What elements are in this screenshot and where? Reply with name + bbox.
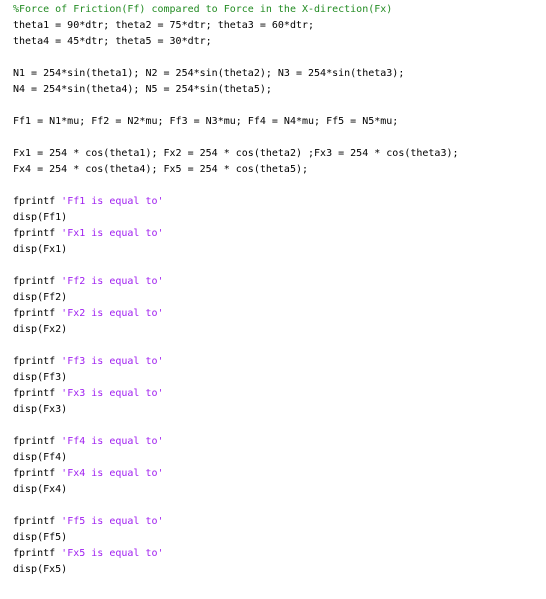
code-line-blank[interactable] <box>13 498 459 514</box>
code-line[interactable]: fprintf 'Ff2 is equal to' <box>13 274 459 290</box>
code-line-blank[interactable] <box>13 178 459 194</box>
code-string: 'Fx3 is equal to' <box>61 388 164 399</box>
code-string: 'Ff4 is equal to' <box>61 436 164 447</box>
code-line[interactable]: disp(Ff4) <box>13 450 459 466</box>
code-line[interactable]: disp(Fx1) <box>13 242 459 258</box>
code-line[interactable]: fprintf 'Fx4 is equal to' <box>13 466 459 482</box>
code-line[interactable]: Fx4 = 254 * cos(theta4); Fx5 = 254 * cos… <box>13 162 459 178</box>
code-token: theta4 = 45*dtr; theta5 = 30*dtr; <box>13 36 212 47</box>
code-token: disp(Ff5) <box>13 532 68 543</box>
code-line[interactable]: disp(Fx2) <box>13 322 459 338</box>
code-line[interactable]: fprintf 'Fx3 is equal to' <box>13 386 459 402</box>
code-token: Ff1 = N1*mu; Ff2 = N2*mu; Ff3 = N3*mu; F… <box>13 116 399 127</box>
code-comment: %Force of Friction(Ff) compared to Force… <box>13 4 393 15</box>
code-line[interactable]: N4 = 254*sin(theta4); N5 = 254*sin(theta… <box>13 82 459 98</box>
code-token: disp(Fx4) <box>13 484 68 495</box>
code-line[interactable]: disp(Fx4) <box>13 482 459 498</box>
code-line[interactable]: fprintf 'Fx2 is equal to' <box>13 306 459 322</box>
code-line-blank[interactable] <box>13 130 459 146</box>
code-line[interactable]: theta1 = 90*dtr; theta2 = 75*dtr; theta3… <box>13 18 459 34</box>
code-token: disp(Ff2) <box>13 292 68 303</box>
code-line[interactable]: theta4 = 45*dtr; theta5 = 30*dtr; <box>13 34 459 50</box>
code-token: disp(Ff1) <box>13 212 68 223</box>
code-token: Fx4 = 254 * cos(theta4); Fx5 = 254 * cos… <box>13 164 309 175</box>
code-token: disp(Fx5) <box>13 564 68 575</box>
code-token: disp(Fx3) <box>13 404 68 415</box>
code-token: disp(Ff3) <box>13 372 68 383</box>
code-string: 'Fx4 is equal to' <box>61 468 164 479</box>
code-line[interactable]: fprintf 'Ff5 is equal to' <box>13 514 459 530</box>
code-line[interactable]: disp(Fx3) <box>13 402 459 418</box>
code-line[interactable]: fprintf 'Ff3 is equal to' <box>13 354 459 370</box>
code-string: 'Ff5 is equal to' <box>61 516 164 527</box>
code-token: fprintf <box>13 196 62 207</box>
code-token: fprintf <box>13 436 62 447</box>
code-editor[interactable]: %Force of Friction(Ff) compared to Force… <box>0 0 546 599</box>
code-token: disp(Fx2) <box>13 324 68 335</box>
code-token: disp(Fx1) <box>13 244 68 255</box>
code-line[interactable]: Ff1 = N1*mu; Ff2 = N2*mu; Ff3 = N3*mu; F… <box>13 114 459 130</box>
code-line[interactable]: fprintf 'Fx1 is equal to' <box>13 226 459 242</box>
code-line-blank[interactable] <box>13 258 459 274</box>
code-token: N4 = 254*sin(theta4); N5 = 254*sin(theta… <box>13 84 272 95</box>
code-line[interactable]: disp(Ff5) <box>13 530 459 546</box>
code-token: Fx1 = 254 * cos(theta1); Fx2 = 254 * cos… <box>13 148 459 159</box>
code-token: fprintf <box>13 276 62 287</box>
code-token: fprintf <box>13 356 62 367</box>
code-token: fprintf <box>13 228 62 239</box>
code-line[interactable]: N1 = 254*sin(theta1); N2 = 254*sin(theta… <box>13 66 459 82</box>
code-token: fprintf <box>13 516 62 527</box>
code-string: 'Ff3 is equal to' <box>61 356 164 367</box>
code-string: 'Ff2 is equal to' <box>61 276 164 287</box>
code-line-blank[interactable] <box>13 418 459 434</box>
code-line[interactable]: fprintf 'Ff1 is equal to' <box>13 194 459 210</box>
code-token: fprintf <box>13 548 62 559</box>
code-line-blank[interactable] <box>13 98 459 114</box>
code-line[interactable]: fprintf 'Ff4 is equal to' <box>13 434 459 450</box>
code-string: 'Fx5 is equal to' <box>61 548 164 559</box>
code-line[interactable]: Fx1 = 254 * cos(theta1); Fx2 = 254 * cos… <box>13 146 459 162</box>
code-token: theta1 = 90*dtr; theta2 = 75*dtr; theta3… <box>13 20 315 31</box>
code-line[interactable]: %Force of Friction(Ff) compared to Force… <box>13 2 459 18</box>
code-line[interactable]: disp(Ff3) <box>13 370 459 386</box>
code-text-area[interactable]: %Force of Friction(Ff) compared to Force… <box>13 2 459 578</box>
code-string: 'Ff1 is equal to' <box>61 196 164 207</box>
code-string: 'Fx1 is equal to' <box>61 228 164 239</box>
code-line[interactable]: disp(Ff2) <box>13 290 459 306</box>
code-line[interactable]: disp(Ff1) <box>13 210 459 226</box>
code-token: fprintf <box>13 308 62 319</box>
code-string: 'Fx2 is equal to' <box>61 308 164 319</box>
code-line-blank[interactable] <box>13 338 459 354</box>
code-token: N1 = 254*sin(theta1); N2 = 254*sin(theta… <box>13 68 405 79</box>
code-line[interactable]: disp(Fx5) <box>13 562 459 578</box>
code-token: fprintf <box>13 468 62 479</box>
code-line[interactable]: fprintf 'Fx5 is equal to' <box>13 546 459 562</box>
code-token: disp(Ff4) <box>13 452 68 463</box>
code-line-blank[interactable] <box>13 50 459 66</box>
code-token: fprintf <box>13 388 62 399</box>
